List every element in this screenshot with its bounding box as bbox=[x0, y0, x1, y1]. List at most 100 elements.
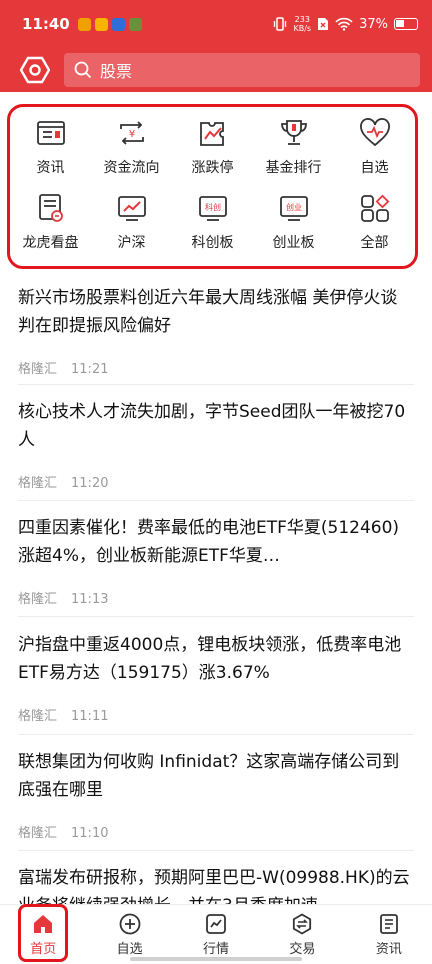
quick-link-label: 科创板 bbox=[191, 235, 234, 252]
net-speed-value: 233 bbox=[294, 15, 310, 24]
quick-link-label: 基金排行 bbox=[265, 159, 322, 176]
gesture-home-indicator[interactable] bbox=[130, 957, 302, 961]
vibrate-icon bbox=[274, 17, 287, 31]
status-time: 11:40 bbox=[22, 15, 70, 33]
app-notification-icon bbox=[111, 17, 125, 31]
news-time: 11:11 bbox=[71, 709, 109, 724]
news-item[interactable]: 新兴市场股票料创近六年最大周线涨幅 美伊停火谈判在即提振风险偏好 格隆汇 11:2… bbox=[18, 284, 414, 377]
news-source: 格隆汇 bbox=[18, 709, 58, 724]
search-placeholder: 股票 bbox=[100, 62, 133, 81]
notification-icons bbox=[77, 17, 142, 31]
market-chart-icon bbox=[206, 914, 226, 934]
quick-link-label: 创业板 bbox=[272, 235, 315, 252]
news-source: 格隆汇 bbox=[18, 826, 58, 841]
growth-board-icon: 创业 bbox=[279, 196, 308, 222]
star-market-badge: 科创 bbox=[205, 202, 221, 212]
news-meta: 格隆汇 11:21 bbox=[18, 358, 414, 377]
money-flow-icon: ¥ bbox=[119, 121, 144, 145]
heart-icon bbox=[359, 117, 390, 146]
quick-link-star-market[interactable]: 科创 科创板 bbox=[172, 185, 253, 261]
sim-icon bbox=[318, 18, 329, 30]
quick-link-label: 资讯 bbox=[36, 159, 65, 176]
hexagon-menu-button[interactable] bbox=[18, 53, 52, 87]
news-title: 联想集团为何收购 Infinidat？这家高端存储公司到底强在哪里 bbox=[18, 752, 400, 800]
net-speed: 233 KB/s bbox=[293, 15, 311, 33]
news-title: 四重因素催化！费率最低的电池ETF华夏(512460)涨超4%，创业板新能源ET… bbox=[18, 518, 400, 566]
news-meta: 格隆汇 11:13 bbox=[18, 588, 414, 607]
bottom-nav: 首页 自选 行情 交易 资讯 bbox=[0, 904, 432, 964]
app-notification-icon bbox=[128, 17, 142, 31]
nav-label: 资讯 bbox=[375, 942, 402, 957]
search-input[interactable]: 股票 bbox=[64, 53, 420, 87]
dragon-tiger-icon bbox=[38, 194, 63, 223]
news-title: 核心技术人才流失加剧，字节Seed团队一年被挖70人 bbox=[18, 402, 406, 450]
nav-label: 交易 bbox=[289, 942, 316, 957]
grid-all-icon bbox=[360, 194, 389, 223]
quick-link-growth-board[interactable]: 创业 创业板 bbox=[253, 185, 334, 261]
news-time: 11:13 bbox=[71, 592, 109, 607]
header-bar: 股票 bbox=[0, 48, 432, 92]
nav-label: 行情 bbox=[203, 942, 230, 957]
nav-home[interactable]: 首页 bbox=[0, 905, 86, 964]
quick-link-label: 龙虎看盘 bbox=[22, 235, 79, 252]
status-right: 233 KB/s 37% bbox=[273, 15, 418, 33]
news-item[interactable]: 沪指盘中重返4000点，锂电板块领涨，低费率电池ETF易方达（159175）涨3… bbox=[18, 631, 414, 724]
quick-link-label: 自选 bbox=[360, 159, 389, 176]
quick-link-label: 资金流向 bbox=[103, 159, 160, 176]
quick-link-dragon-tiger[interactable]: 龙虎看盘 bbox=[10, 185, 91, 261]
nav-label: 首页 bbox=[30, 942, 57, 957]
news-meta: 格隆汇 11:11 bbox=[18, 705, 414, 724]
plus-circle-icon bbox=[119, 913, 141, 935]
quick-links-panel: 资讯 ¥ 资金流向 涨跌停 基金排行 自选 龙虎看盘 沪深 科创 科创板 创业 … bbox=[7, 104, 418, 269]
hexagon-icon bbox=[20, 56, 50, 84]
news-source: 格隆汇 bbox=[18, 476, 58, 491]
nav-news[interactable]: 资讯 bbox=[346, 905, 432, 964]
news-time: 11:21 bbox=[71, 362, 109, 377]
divider bbox=[18, 734, 414, 735]
net-speed-unit: KB/s bbox=[293, 24, 312, 33]
quick-link-limit[interactable]: 涨跌停 bbox=[172, 109, 253, 185]
news-meta: 格隆汇 11:10 bbox=[18, 822, 414, 841]
quick-link-label: 全部 bbox=[360, 235, 389, 252]
limit-chart-icon bbox=[199, 121, 224, 146]
quick-link-fund-rank[interactable]: 基金排行 bbox=[253, 109, 334, 185]
news-time: 11:10 bbox=[71, 826, 109, 841]
trend-chart-icon bbox=[117, 196, 146, 222]
nav-trade[interactable]: 交易 bbox=[259, 905, 345, 964]
nav-market[interactable]: 行情 bbox=[173, 905, 259, 964]
news-icon bbox=[36, 120, 65, 145]
news-item[interactable]: 核心技术人才流失加剧，字节Seed团队一年被挖70人 格隆汇 11:20 bbox=[18, 398, 414, 491]
quick-link-money-flow[interactable]: ¥ 资金流向 bbox=[91, 109, 172, 185]
divider bbox=[18, 616, 414, 617]
nav-watchlist[interactable]: 自选 bbox=[86, 905, 172, 964]
search-icon bbox=[74, 61, 92, 79]
growth-board-badge: 创业 bbox=[286, 202, 302, 212]
app-notification-icon bbox=[94, 17, 108, 31]
nav-label: 自选 bbox=[116, 942, 143, 957]
article-icon bbox=[379, 914, 398, 934]
quick-link-label: 涨跌停 bbox=[191, 159, 234, 176]
home-icon bbox=[34, 915, 53, 933]
battery-percent: 37% bbox=[359, 16, 388, 32]
divider bbox=[18, 850, 414, 851]
quick-link-label: 沪深 bbox=[117, 235, 146, 252]
quick-link-sh-sz[interactable]: 沪深 bbox=[91, 185, 172, 261]
news-item[interactable]: 联想集团为何收购 Infinidat？这家高端存储公司到底强在哪里 格隆汇 11:… bbox=[18, 748, 414, 841]
news-source: 格隆汇 bbox=[18, 592, 58, 607]
divider bbox=[18, 500, 414, 501]
quick-link-news[interactable]: 资讯 bbox=[10, 109, 91, 185]
divider bbox=[18, 384, 414, 385]
star-market-icon: 科创 bbox=[198, 196, 227, 222]
quick-link-all[interactable]: 全部 bbox=[334, 185, 415, 261]
news-title: 新兴市场股票料创近六年最大周线涨幅 美伊停火谈判在即提振风险偏好 bbox=[18, 288, 398, 336]
svg-text:¥: ¥ bbox=[128, 129, 134, 140]
quick-link-watchlist[interactable]: 自选 bbox=[334, 109, 415, 185]
status-bar: 11:40 233 KB/s 37% bbox=[0, 0, 432, 48]
news-time: 11:20 bbox=[71, 476, 109, 491]
news-title: 沪指盘中重返4000点，锂电板块领涨，低费率电池ETF易方达（159175）涨3… bbox=[18, 635, 402, 683]
news-item[interactable]: 四重因素催化！费率最低的电池ETF华夏(512460)涨超4%，创业板新能源ET… bbox=[18, 514, 414, 607]
app-notification-icon bbox=[77, 17, 91, 31]
news-meta: 格隆汇 11:20 bbox=[18, 472, 414, 491]
trophy-icon bbox=[280, 119, 307, 145]
battery-icon bbox=[394, 18, 418, 30]
